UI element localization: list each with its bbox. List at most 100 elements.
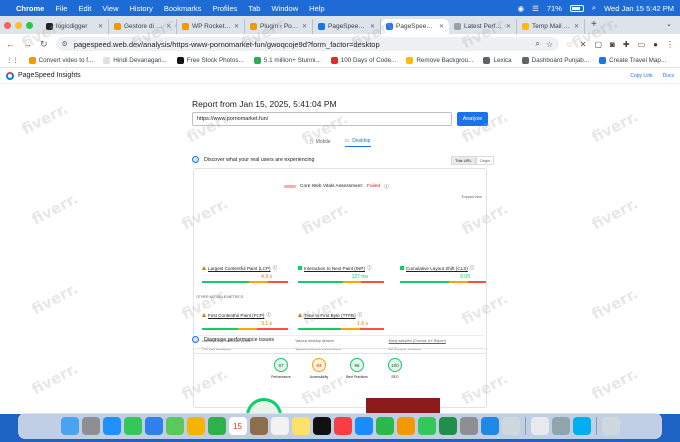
dock-app-trash-icon[interactable] <box>601 417 620 435</box>
extension-puzzle-icon[interactable]: ✚ <box>623 40 630 49</box>
bookmark-item[interactable]: Lexica <box>483 57 512 64</box>
bookmark-item[interactable]: Dashboard Punjab... <box>521 57 589 64</box>
zoom-window-button[interactable] <box>26 21 33 29</box>
info-icon[interactable]: ⓘ <box>358 312 363 318</box>
dock-app-apple-tv-icon[interactable] <box>312 417 331 435</box>
browser-tab[interactable]: Gestore di file...✕ <box>109 19 177 34</box>
analyze-button[interactable]: Analyze <box>457 112 488 126</box>
dock-app-screen-recorder-icon[interactable] <box>438 417 457 435</box>
metric-label[interactable]: Interaction to Next Paint (INP) <box>304 266 365 271</box>
info-icon[interactable]: ⓘ <box>273 265 278 271</box>
scope-this-url[interactable]: This URL <box>451 156 476 165</box>
browser-tab[interactable]: logicdigger ✕ <box>41 19 109 34</box>
score-gauge[interactable]: 83 Accessibility <box>308 358 330 379</box>
dock-app-facetime-icon[interactable] <box>207 417 226 435</box>
tab-close-icon[interactable]: ✕ <box>166 23 171 30</box>
browser-tab[interactable]: Latest Perform...✕ <box>449 19 517 34</box>
tab-close-icon[interactable]: ✕ <box>98 23 103 30</box>
menu-window[interactable]: Window <box>271 4 298 13</box>
menubar-datetime[interactable]: Wed Jan 15 5:42 PM <box>604 4 674 13</box>
info-icon[interactable]: ⓘ <box>266 312 271 318</box>
score-gauge[interactable]: 97 Performance <box>270 358 292 379</box>
address-bar[interactable]: ⚙ pagespeed.web.dev/analysis/https-www-p… <box>55 37 560 51</box>
bookmark-item[interactable]: Convert video to f... <box>28 57 93 64</box>
menu-edit[interactable]: Edit <box>78 4 91 13</box>
browser-tab[interactable]: PageSpeed Ins...✕ <box>313 19 381 34</box>
metric-label[interactable]: Time to First Byte (TTFB) <box>304 313 356 318</box>
new-tab-button[interactable]: + <box>591 19 597 34</box>
url-input[interactable]: https://www.pornomarket.fun/ <box>192 112 452 126</box>
forward-arrow-icon[interactable]: → <box>23 39 32 49</box>
dock-app-maps-icon[interactable] <box>165 417 184 435</box>
search-icon[interactable]: ⌕ <box>592 3 596 13</box>
menu-bookmarks[interactable]: Bookmarks <box>164 4 202 13</box>
scope-origin[interactable]: Origin <box>475 156 495 165</box>
menu-history[interactable]: History <box>130 4 153 13</box>
tab-search-chevron-icon[interactable]: ⌄ <box>666 20 672 28</box>
dock-app-pages-icon[interactable] <box>396 417 415 435</box>
docs-link[interactable]: Docs <box>663 73 674 79</box>
browser-tab[interactable]: Temp Mail – Te...✕ <box>517 19 585 34</box>
minimize-window-button[interactable] <box>15 21 22 29</box>
menu-profiles[interactable]: Profiles <box>212 4 237 13</box>
dock-app-mail-icon[interactable] <box>144 417 163 435</box>
tab-mobile[interactable]: ▯ Mobile <box>310 138 331 147</box>
metric-label[interactable]: First Contentful Paint (FCP) <box>208 313 264 318</box>
bookmark-item[interactable]: Hindi Devanagari... <box>103 57 167 64</box>
menu-help[interactable]: Help <box>309 4 324 13</box>
info-icon[interactable]: ⓘ <box>470 265 475 271</box>
dock-app-reminders-icon[interactable] <box>270 417 289 435</box>
menu-view[interactable]: View <box>102 4 118 13</box>
browser-tab[interactable]: Plugin ‹ Porno...✕ <box>245 19 313 34</box>
score-gauge[interactable]: 100 SEO <box>384 358 406 379</box>
tab-close-icon[interactable]: ✕ <box>370 23 375 30</box>
tab-close-icon[interactable]: ✕ <box>302 23 307 30</box>
extension-lock-icon[interactable]: ▢ <box>594 40 602 49</box>
extension-x-icon[interactable]: ✕ <box>580 40 587 49</box>
copy-link-button[interactable]: Copy Link <box>630 73 652 79</box>
bookmark-item[interactable]: 5.1 million+ Stunni... <box>253 57 321 64</box>
dock-app-notes-app-icon[interactable] <box>249 417 268 435</box>
address-url[interactable]: pagespeed.web.dev/analysis/https-www-por… <box>74 40 530 49</box>
bookmark-item[interactable]: Remove Backgrou... <box>406 57 473 64</box>
menu-file[interactable]: File <box>55 4 67 13</box>
zoom-icon[interactable]: ⌕ <box>535 39 539 49</box>
dock-app-calendar-icon[interactable]: 15 <box>228 417 247 435</box>
wifi-icon[interactable]: ☰ <box>532 4 539 13</box>
browser-tab[interactable]: PageSpeed Ins...✕ <box>381 19 449 34</box>
dock-app-numbers-icon[interactable] <box>375 417 394 435</box>
info-icon[interactable]: ⓘ <box>367 265 372 271</box>
dock-app-safari-icon[interactable] <box>102 417 121 435</box>
tab-close-icon[interactable]: ✕ <box>439 23 444 30</box>
menu-app-name[interactable]: Chrome <box>16 4 44 13</box>
tab-close-icon[interactable]: ✕ <box>574 23 579 30</box>
footnote-samples[interactable]: Many samples (Chrome UX Report) <box>389 339 482 343</box>
expand-view-link[interactable]: Expand view <box>462 195 482 199</box>
bookmark-item[interactable]: Create Travel Map... <box>599 57 666 64</box>
sidepanel-icon[interactable]: ▭ <box>638 40 646 49</box>
site-info-icon[interactable]: ⚙ <box>62 40 68 48</box>
info-icon[interactable]: ⓘ <box>384 183 389 190</box>
bookmark-star-icon[interactable]: ☆ <box>546 40 553 49</box>
dock-app-simulator-icon[interactable] <box>501 417 520 435</box>
bookmark-item[interactable]: 100 Days of Code... <box>330 57 396 64</box>
dock-app-launchpad-icon[interactable] <box>81 417 100 435</box>
psi-brand[interactable]: PageSpeed Insights <box>18 72 81 79</box>
bookmark-item[interactable]: Free Stock Photos... <box>176 57 244 64</box>
dock-app-finder-icon[interactable] <box>60 417 79 435</box>
control-center-icon[interactable]: ◉ <box>518 4 525 13</box>
tab-close-icon[interactable]: ✕ <box>506 23 511 30</box>
dock-app-chrome-icon[interactable] <box>530 417 549 435</box>
reload-icon[interactable]: ↻ <box>40 39 48 50</box>
dock-app-system-settings-icon[interactable] <box>459 417 478 435</box>
chrome-menu-icon[interactable]: ⋮ <box>666 40 674 49</box>
back-arrow-icon[interactable]: ← <box>6 39 15 49</box>
battery-icon[interactable] <box>569 4 584 12</box>
dock-app-music-icon[interactable] <box>333 417 352 435</box>
extension-camera-icon[interactable]: ◙ <box>610 40 615 49</box>
extension-loop-icon[interactable]: ◌ <box>567 40 572 49</box>
dock-app-messages-icon[interactable] <box>123 417 142 435</box>
tab-close-icon[interactable]: ✕ <box>234 23 239 30</box>
dock-app-vs-code-icon[interactable] <box>480 417 499 435</box>
browser-tab[interactable]: WP Rocket – P...✕ <box>177 19 245 34</box>
